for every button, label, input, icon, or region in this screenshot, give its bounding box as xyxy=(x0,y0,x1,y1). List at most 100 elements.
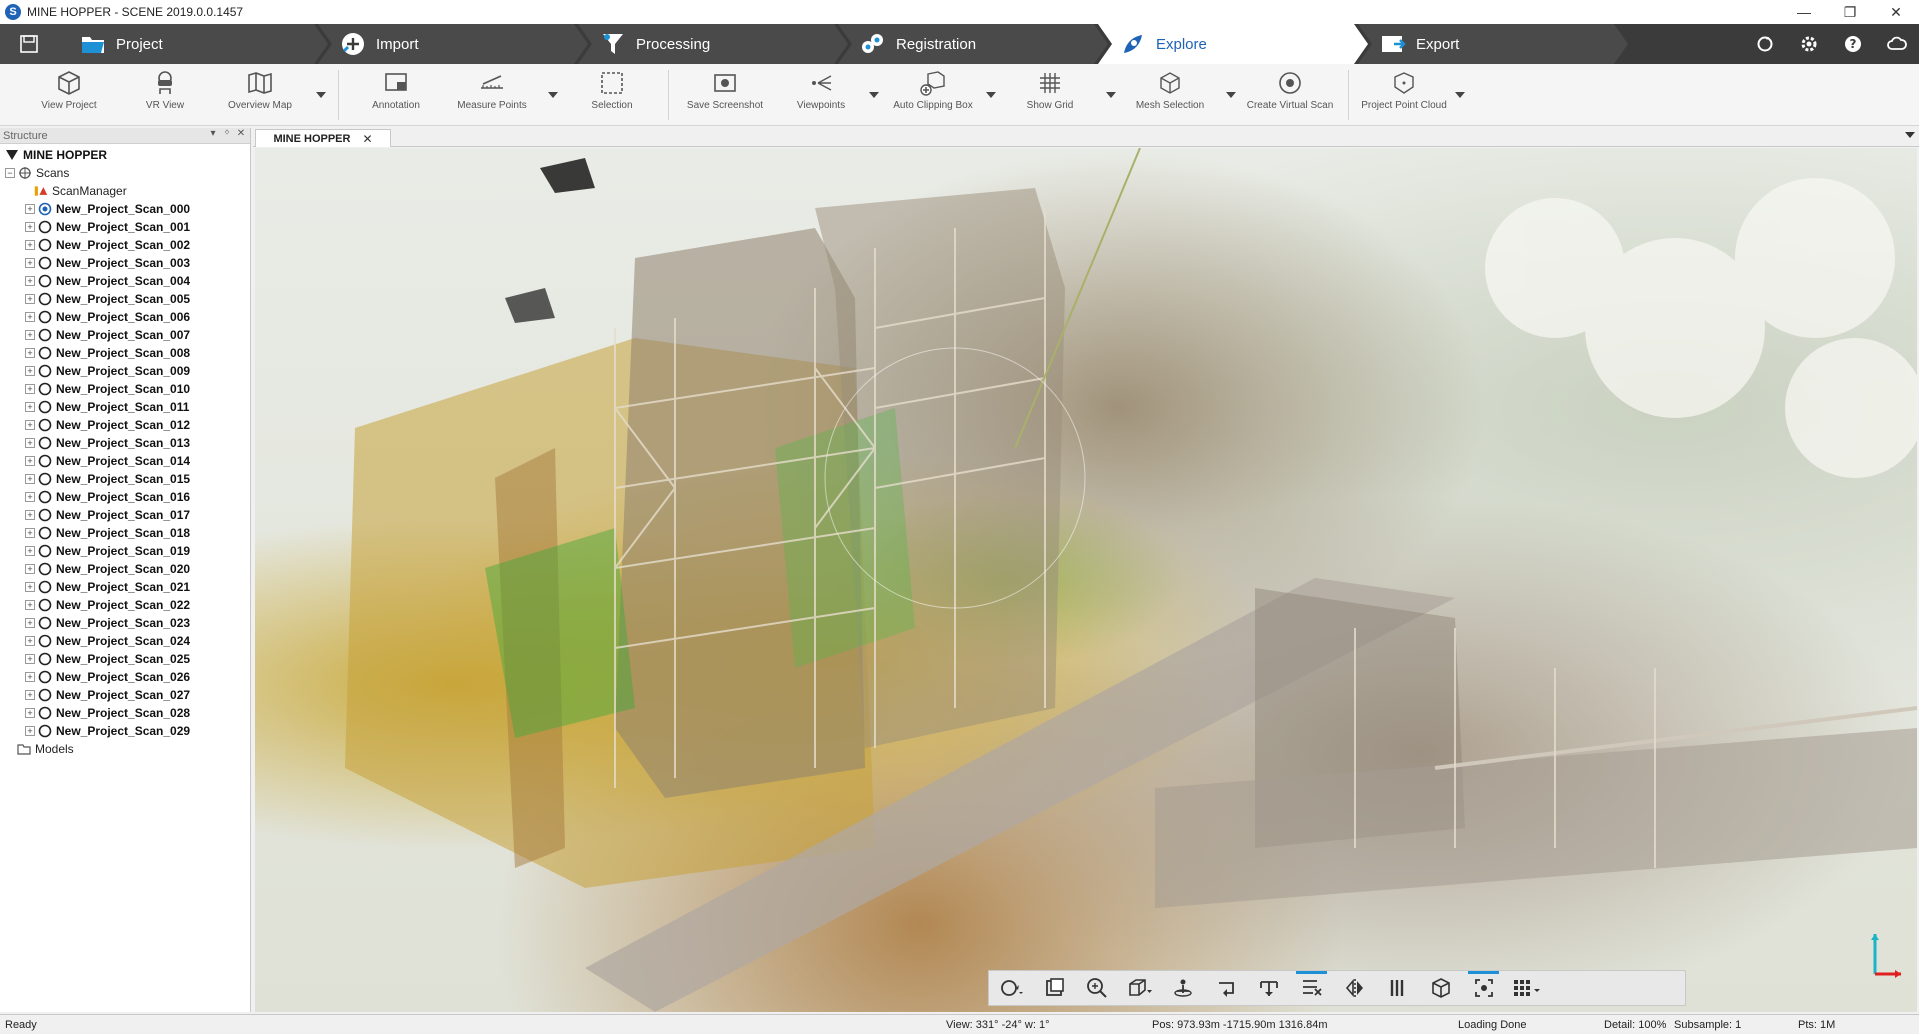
pan-mode-button[interactable] xyxy=(1247,971,1290,1005)
cloud-button[interactable] xyxy=(1875,24,1919,64)
expand-icon[interactable]: + xyxy=(25,546,35,556)
selection-button[interactable]: Selection xyxy=(564,66,660,124)
expand-icon[interactable]: + xyxy=(25,672,35,682)
tree-scan-item[interactable]: + New_Project_Scan_024 xyxy=(0,632,250,650)
close-window-button[interactable]: ✕ xyxy=(1873,0,1919,24)
show-grid-dropdown[interactable] xyxy=(1105,90,1117,100)
expand-icon[interactable]: + xyxy=(25,366,35,376)
expand-icon[interactable]: + xyxy=(25,564,35,574)
tree-scan-item[interactable]: + New_Project_Scan_003 xyxy=(0,254,250,272)
walk-mode-button[interactable] xyxy=(1161,971,1204,1005)
tree-scan-item[interactable]: + New_Project_Scan_001 xyxy=(0,218,250,236)
expand-icon[interactable]: + xyxy=(25,510,35,520)
panel-close-button[interactable]: ✕ xyxy=(234,128,248,139)
expand-icon[interactable]: + xyxy=(25,618,35,628)
tree-scan-item[interactable]: + New_Project_Scan_004 xyxy=(0,272,250,290)
expand-icon[interactable]: + xyxy=(25,654,35,664)
tree-scan-item[interactable]: + New_Project_Scan_029 xyxy=(0,722,250,740)
expand-icon[interactable]: + xyxy=(25,330,35,340)
projection-button[interactable] xyxy=(1118,971,1161,1005)
selection-mode-button[interactable] xyxy=(1462,971,1505,1005)
tree-scan-item[interactable]: + New_Project_Scan_016 xyxy=(0,488,250,506)
rotate-around-button[interactable] xyxy=(1204,971,1247,1005)
tree-scan-item[interactable]: + New_Project_Scan_005 xyxy=(0,290,250,308)
tree-scan-manager[interactable]: ScanManager xyxy=(0,182,250,200)
tree-scan-item[interactable]: + New_Project_Scan_020 xyxy=(0,560,250,578)
tree-scan-item[interactable]: + New_Project_Scan_027 xyxy=(0,686,250,704)
panel-menu-button[interactable]: ▾ xyxy=(206,128,220,139)
expand-icon[interactable]: + xyxy=(25,420,35,430)
tree-scan-item[interactable]: + New_Project_Scan_007 xyxy=(0,326,250,344)
panel-pin-button[interactable]: ᛜ xyxy=(220,128,234,139)
help-button[interactable]: ? xyxy=(1831,24,1875,64)
tree-scan-item[interactable]: + New_Project_Scan_022 xyxy=(0,596,250,614)
measure-points-dropdown[interactable] xyxy=(547,90,559,100)
sync-button[interactable] xyxy=(1743,24,1787,64)
point-size-button[interactable] xyxy=(1505,971,1548,1005)
maximize-button[interactable]: ❐ xyxy=(1827,0,1873,24)
overview-map-button[interactable]: Overview Map xyxy=(212,66,308,124)
auto-clipping-box-dropdown[interactable] xyxy=(985,90,997,100)
layers-button[interactable] xyxy=(1376,971,1419,1005)
expand-icon[interactable]: + xyxy=(25,726,35,736)
viewpoints-dropdown[interactable] xyxy=(868,90,880,100)
save-screenshot-button[interactable]: Save Screenshot xyxy=(677,66,773,124)
measure-points-button[interactable]: Measure Points xyxy=(444,66,540,124)
expand-icon[interactable]: + xyxy=(25,438,35,448)
tree-scan-item[interactable]: + New_Project_Scan_015 xyxy=(0,470,250,488)
tree-root[interactable]: MINE HOPPER xyxy=(0,146,250,164)
collapse-icon[interactable]: − xyxy=(5,168,15,178)
mesh-selection-dropdown[interactable] xyxy=(1225,90,1237,100)
zoom-extents-button[interactable] xyxy=(1075,971,1118,1005)
auto-clipping-box-button[interactable]: Auto Clipping Box xyxy=(885,66,981,124)
tree-scan-item[interactable]: + New_Project_Scan_011 xyxy=(0,398,250,416)
expand-icon[interactable]: + xyxy=(25,636,35,646)
expand-icon[interactable]: + xyxy=(25,294,35,304)
tab-explore[interactable]: Explore xyxy=(1098,24,1368,64)
expand-icon[interactable]: + xyxy=(25,312,35,322)
tree-scan-item[interactable]: + New_Project_Scan_006 xyxy=(0,308,250,326)
tree-scan-item[interactable]: + New_Project_Scan_018 xyxy=(0,524,250,542)
tree-scan-item[interactable]: + New_Project_Scan_010 xyxy=(0,380,250,398)
annotation-button[interactable]: Annotation xyxy=(348,66,444,124)
expand-icon[interactable]: + xyxy=(25,492,35,502)
tree-scan-item[interactable]: + New_Project_Scan_025 xyxy=(0,650,250,668)
expand-icon[interactable]: + xyxy=(25,276,35,286)
tree-models-folder[interactable]: Models xyxy=(0,740,250,758)
tree-scan-item[interactable]: + New_Project_Scan_008 xyxy=(0,344,250,362)
expand-icon[interactable]: + xyxy=(25,384,35,394)
tree-scan-item[interactable]: + New_Project_Scan_000 xyxy=(0,200,250,218)
expand-icon[interactable]: + xyxy=(25,222,35,232)
tab-project[interactable]: Project xyxy=(58,24,328,64)
tree-scan-item[interactable]: + New_Project_Scan_002 xyxy=(0,236,250,254)
close-tab-icon[interactable]: ✕ xyxy=(362,132,372,146)
expand-icon[interactable]: + xyxy=(25,258,35,268)
view-project-button[interactable]: View Project xyxy=(21,66,117,124)
expand-icon[interactable]: + xyxy=(25,474,35,484)
expand-icon[interactable]: + xyxy=(25,348,35,358)
tree-scan-item[interactable]: + New_Project_Scan_017 xyxy=(0,506,250,524)
orbit-mode-button[interactable] xyxy=(989,971,1032,1005)
tree-scan-item[interactable]: + New_Project_Scan_023 xyxy=(0,614,250,632)
expand-icon[interactable]: + xyxy=(25,204,35,214)
tree-scan-item[interactable]: + New_Project_Scan_028 xyxy=(0,704,250,722)
settings-button[interactable] xyxy=(1787,24,1831,64)
vr-view-button[interactable]: VR View xyxy=(117,66,213,124)
tree-scan-item[interactable]: + New_Project_Scan_026 xyxy=(0,668,250,686)
viewport-tab[interactable]: MINE HOPPER ✕ xyxy=(255,129,391,147)
3d-viewport[interactable] xyxy=(255,148,1917,1012)
tree-scan-item[interactable]: + New_Project_Scan_009 xyxy=(0,362,250,380)
overview-map-dropdown[interactable] xyxy=(315,90,327,100)
views-button[interactable] xyxy=(1032,971,1075,1005)
expand-icon[interactable]: + xyxy=(25,240,35,250)
project-point-cloud-dropdown[interactable] xyxy=(1454,90,1466,100)
expand-icon[interactable]: + xyxy=(25,600,35,610)
tree-scan-item[interactable]: + New_Project_Scan_019 xyxy=(0,542,250,560)
expand-icon[interactable]: + xyxy=(25,708,35,718)
show-grid-button[interactable]: Show Grid xyxy=(1002,66,1098,124)
minimize-button[interactable]: — xyxy=(1781,0,1827,24)
mesh-selection-button[interactable]: Mesh Selection xyxy=(1122,66,1218,124)
tab-registration[interactable]: Registration xyxy=(838,24,1108,64)
tree-scans-folder[interactable]: − Scans xyxy=(0,164,250,182)
expand-icon[interactable]: + xyxy=(25,456,35,466)
